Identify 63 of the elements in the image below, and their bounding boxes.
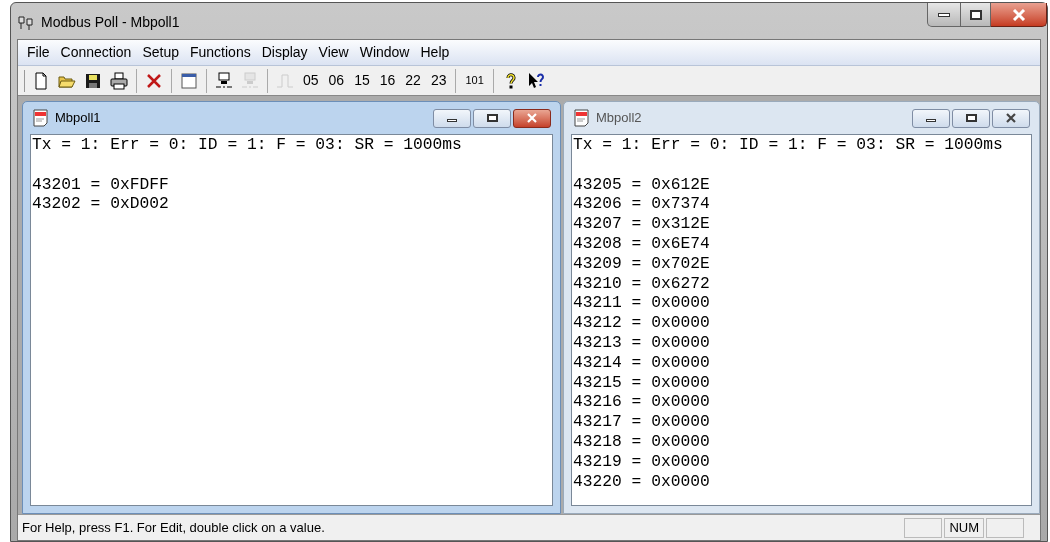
maximize-button[interactable] xyxy=(961,3,991,27)
window-icon[interactable] xyxy=(180,71,198,90)
register-value[interactable]: 43219 = 0x0000 xyxy=(573,451,710,472)
register-value[interactable]: 43201 = 0xFDFF xyxy=(32,174,169,195)
computer-icon[interactable] xyxy=(215,71,233,90)
register-value[interactable]: 43214 = 0x0000 xyxy=(573,352,710,373)
register-value[interactable]: 43218 = 0x0000 xyxy=(573,431,710,452)
window-title: Modbus Poll - Mbpoll1 xyxy=(41,13,180,32)
minimize-button[interactable] xyxy=(927,3,961,27)
close-button[interactable] xyxy=(991,3,1047,27)
menu-item[interactable]: Help xyxy=(415,42,455,63)
register-value[interactable]: 43209 = 0x702E xyxy=(573,253,710,274)
menu-item[interactable]: Display xyxy=(256,42,313,63)
menu-item[interactable]: Window xyxy=(354,42,415,63)
register-value[interactable]: 43211 = 0x0000 xyxy=(573,293,710,314)
function-button[interactable]: 15 xyxy=(351,70,373,91)
register-value[interactable]: 43220 = 0x0000 xyxy=(573,471,710,492)
close-icon xyxy=(1011,8,1026,21)
minimize-button[interactable] xyxy=(433,108,471,128)
register-value[interactable]: 43206 = 0x7374 xyxy=(573,194,710,215)
num-lock-indicator: NUM xyxy=(944,517,984,538)
context-help-icon[interactable] xyxy=(527,71,546,90)
register-value[interactable]: 43216 = 0x0000 xyxy=(573,392,710,413)
register-value[interactable]: 43205 = 0x612E xyxy=(573,174,710,195)
status-pane xyxy=(986,517,1024,538)
register-value[interactable]: 43208 = 0x6E74 xyxy=(573,234,710,254)
close-icon xyxy=(1005,113,1017,123)
minimize-button[interactable] xyxy=(912,108,950,128)
register-value[interactable]: 43215 = 0x0000 xyxy=(573,372,710,393)
function-button[interactable]: 22 xyxy=(402,70,424,91)
menu-item[interactable]: File xyxy=(22,42,55,63)
register-value[interactable]: 43212 = 0x0000 xyxy=(573,313,710,333)
menu-item[interactable]: View xyxy=(313,42,354,63)
delete-icon[interactable] xyxy=(145,71,163,90)
document-title: Mbpoll1 xyxy=(55,109,101,128)
close-button[interactable] xyxy=(513,108,551,128)
register-value[interactable]: 43213 = 0x0000 xyxy=(573,332,710,353)
function-button[interactable]: 05 xyxy=(300,70,322,91)
close-icon xyxy=(526,113,538,123)
function-button[interactable]: 101 xyxy=(462,72,487,89)
function-button[interactable]: 06 xyxy=(325,70,348,91)
plug-icon xyxy=(17,14,35,31)
status-text: For Help, press F1. For Edit, double click on a value. xyxy=(22,518,326,537)
status-line: Tx = 1: Err = 0: ID = 1: F = 03: SR = 1000ms xyxy=(573,135,1004,155)
menu-item[interactable]: Connection xyxy=(55,42,137,63)
document-title: Mbpoll2 xyxy=(596,109,642,128)
status-line: Tx = 1: Err = 0: ID = 1: F = 03: SR = 1000ms xyxy=(32,135,463,155)
menu-item[interactable]: Functions xyxy=(185,42,256,63)
function-button[interactable]: 16 xyxy=(376,70,399,91)
register-value[interactable]: 43207 = 0x312E xyxy=(573,214,710,234)
register-value[interactable]: 43217 = 0x0000 xyxy=(573,412,710,432)
register-value[interactable]: 43210 = 0x6272 xyxy=(573,273,710,294)
document-icon xyxy=(32,109,50,127)
menu-item[interactable]: Setup xyxy=(137,42,184,63)
document-icon xyxy=(573,109,591,127)
maximize-button[interactable] xyxy=(473,108,511,128)
printer-icon[interactable] xyxy=(110,71,128,90)
maximize-button[interactable] xyxy=(952,108,990,128)
close-button[interactable] xyxy=(992,108,1030,128)
new-document-icon[interactable] xyxy=(32,71,50,90)
register-value[interactable]: 43202 = 0xD002 xyxy=(32,194,169,215)
status-pane xyxy=(904,517,943,538)
function-button[interactable]: 23 xyxy=(427,70,450,91)
